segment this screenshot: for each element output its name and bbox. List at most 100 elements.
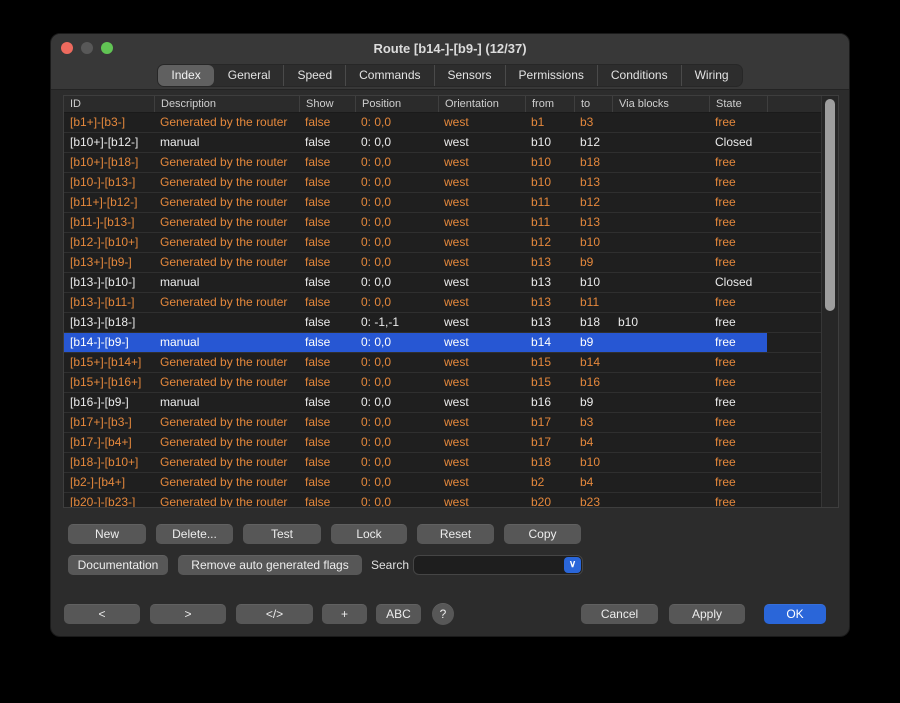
remove-auto-generated-flags-button[interactable]: Remove auto generated flags <box>178 555 362 575</box>
cell-to: b18 <box>574 313 612 332</box>
cell-id: [b15+]-[b16+] <box>64 373 154 392</box>
table-row[interactable]: [b12-]-[b10+] Generated by the router fa… <box>64 233 821 253</box>
column-header-from[interactable]: from <box>525 96 574 112</box>
column-header-to[interactable]: to <box>574 96 612 112</box>
table-row[interactable]: [b10+]-[b12-] manual false 0: 0,0 west b… <box>64 133 821 153</box>
cell-to: b10 <box>574 273 612 292</box>
tab-sensors[interactable]: Sensors <box>434 65 505 86</box>
reset-button[interactable]: Reset <box>417 524 494 544</box>
cancel-button[interactable]: Cancel <box>581 604 658 624</box>
next-route-button[interactable]: > <box>150 604 226 624</box>
cell-orientation: west <box>438 293 525 312</box>
table-row[interactable]: [b11-]-[b13-] Generated by the router fa… <box>64 213 821 233</box>
cell-id: [b20-]-[b23-] <box>64 493 154 507</box>
table-row[interactable]: [b11+]-[b12-] Generated by the router fa… <box>64 193 821 213</box>
delete-button[interactable]: Delete... <box>156 524 233 544</box>
help-button[interactable]: ? <box>432 603 454 625</box>
cell-to: b13 <box>574 173 612 192</box>
cell-state: free <box>709 373 767 392</box>
column-header-description[interactable]: Description <box>154 96 299 112</box>
cell-to: b11 <box>574 293 612 312</box>
cell-state: free <box>709 353 767 372</box>
cell-via-blocks <box>612 393 709 412</box>
ok-button[interactable]: OK <box>764 604 826 624</box>
tab-conditions[interactable]: Conditions <box>597 65 681 86</box>
cell-id: [b16-]-[b9-] <box>64 393 154 412</box>
cell-from: b18 <box>525 453 574 472</box>
cell-from: b17 <box>525 433 574 452</box>
route-dialog-window: Route [b14-]-[b9-] (12/37) Index General… <box>50 33 850 637</box>
cell-position: 0: 0,0 <box>355 453 438 472</box>
cell-from: b20 <box>525 493 574 507</box>
tab-speed[interactable]: Speed <box>283 65 345 86</box>
table-row[interactable]: [b17+]-[b3-] Generated by the router fal… <box>64 413 821 433</box>
table-row[interactable]: [b10-]-[b13-] Generated by the router fa… <box>64 173 821 193</box>
table-row[interactable]: [b16-]-[b9-] manual false 0: 0,0 west b1… <box>64 393 821 413</box>
table-row[interactable]: [b13-]-[b18-] false 0: -1,-1 west b13 b1… <box>64 313 821 333</box>
cell-to: b13 <box>574 213 612 232</box>
tab-wiring[interactable]: Wiring <box>681 65 742 86</box>
copy-button[interactable]: Copy <box>504 524 581 544</box>
vertical-scrollbar[interactable] <box>821 96 838 507</box>
search-label: Search <box>371 555 409 575</box>
cell-filler <box>767 113 821 132</box>
column-header-id[interactable]: ID <box>64 96 154 112</box>
cell-id: [b2-]-[b4+] <box>64 473 154 492</box>
cell-id: [b14-]-[b9-] <box>64 333 154 352</box>
cell-position: 0: 0,0 <box>355 473 438 492</box>
cell-id: [b10-]-[b13-] <box>64 173 154 192</box>
cell-position: 0: 0,0 <box>355 213 438 232</box>
cell-position: 0: 0,0 <box>355 493 438 507</box>
column-header-position[interactable]: Position <box>355 96 438 112</box>
column-header-orientation[interactable]: Orientation <box>438 96 525 112</box>
search-input[interactable] <box>418 557 558 573</box>
table-row[interactable]: [b14-]-[b9-] manual false 0: 0,0 west b1… <box>64 333 821 353</box>
table-row[interactable]: [b17-]-[b4+] Generated by the router fal… <box>64 433 821 453</box>
cell-to: b9 <box>574 333 612 352</box>
chevron-down-icon[interactable]: ∨ <box>564 557 581 573</box>
cell-position: 0: 0,0 <box>355 293 438 312</box>
abc-button[interactable]: ABC <box>376 604 421 624</box>
tab-general[interactable]: General <box>214 65 284 86</box>
cell-from: b10 <box>525 133 574 152</box>
test-button[interactable]: Test <box>243 524 321 544</box>
cell-via-blocks <box>612 253 709 272</box>
lock-button[interactable]: Lock <box>331 524 407 544</box>
table-row[interactable]: [b10+]-[b18-] Generated by the router fa… <box>64 153 821 173</box>
table-row[interactable]: [b18-]-[b10+] Generated by the router fa… <box>64 453 821 473</box>
documentation-button[interactable]: Documentation <box>68 555 168 575</box>
cell-filler <box>767 133 821 152</box>
table-row[interactable]: [b2-]-[b4+] Generated by the router fals… <box>64 473 821 493</box>
tab-commands[interactable]: Commands <box>345 65 433 86</box>
new-button[interactable]: New <box>68 524 146 544</box>
cell-from: b14 <box>525 333 574 352</box>
routes-table: ID Description Show Position Orientation… <box>63 95 839 508</box>
table-row[interactable]: [b15+]-[b16+] Generated by the router fa… <box>64 373 821 393</box>
cell-via-blocks <box>612 193 709 212</box>
cell-via-blocks <box>612 433 709 452</box>
tab-permissions[interactable]: Permissions <box>505 65 597 86</box>
table-row[interactable]: [b15+]-[b14+] Generated by the router fa… <box>64 353 821 373</box>
add-button[interactable]: + <box>322 604 367 624</box>
cell-orientation: west <box>438 473 525 492</box>
cell-from: b15 <box>525 353 574 372</box>
cell-to: b12 <box>574 193 612 212</box>
column-header-show[interactable]: Show <box>299 96 355 112</box>
code-button[interactable]: </> <box>236 604 313 624</box>
apply-button[interactable]: Apply <box>669 604 745 624</box>
previous-route-button[interactable]: < <box>64 604 140 624</box>
table-row[interactable]: [b20-]-[b23-] Generated by the router fa… <box>64 493 821 507</box>
cell-description: Generated by the router <box>154 473 299 492</box>
cell-description: Generated by the router <box>154 413 299 432</box>
scrollbar-thumb[interactable] <box>825 99 835 311</box>
column-header-via-blocks[interactable]: Via blocks <box>612 96 709 112</box>
table-row[interactable]: [b13+]-[b9-] Generated by the router fal… <box>64 253 821 273</box>
table-row[interactable]: [b13-]-[b11-] Generated by the router fa… <box>64 293 821 313</box>
table-row[interactable]: [b13-]-[b10-] manual false 0: 0,0 west b… <box>64 273 821 293</box>
table-row[interactable]: [b1+]-[b3-] Generated by the router fals… <box>64 113 821 133</box>
cell-description: Generated by the router <box>154 253 299 272</box>
tab-index[interactable]: Index <box>158 65 213 86</box>
cell-orientation: west <box>438 193 525 212</box>
cell-description: Generated by the router <box>154 233 299 252</box>
column-header-state[interactable]: State <box>709 96 767 112</box>
